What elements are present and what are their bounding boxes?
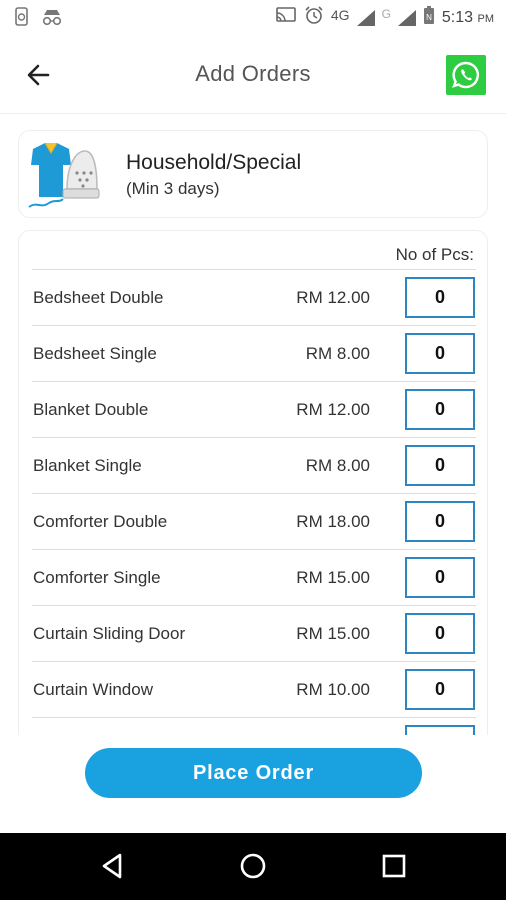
nav-home-icon [240,853,266,879]
item-row: Bedsheet Double RM 12.00 0 [32,269,476,325]
item-name: Bedsheet Single [33,344,157,363]
item-price: RM 12.00 [296,288,370,307]
alarm-icon [304,5,324,31]
item-name: Blanket Single [33,456,142,475]
item-row: Blanket Single RM 8.00 0 [32,437,476,493]
nav-recent-icon [382,854,406,878]
network-type-2: G [381,7,391,21]
whatsapp-button[interactable] [446,55,486,95]
item-price: RM 15.00 [296,568,370,587]
item-name: Bedsheet Double [33,288,164,307]
item-name: Blanket Double [33,400,149,419]
items-card[interactable]: No of Pcs: Bedsheet Double RM 12.00 0 Bedsh… [18,230,488,750]
item-row: Blanket Double RM 12.00 0 [32,381,476,437]
qty-input[interactable]: 0 [405,389,475,430]
qty-input[interactable]: 0 [405,669,475,710]
item-name: Comforter Double [33,512,168,531]
signal-icon [397,10,416,26]
item-row: Comforter Single RM 15.00 0 [32,549,476,605]
app-header: Add Orders [0,36,506,114]
page-title: Add Orders [195,61,311,86]
signal-icon [356,10,375,26]
items-list: Bedsheet Double RM 12.00 0 Bedsheet Single R… [32,269,476,749]
item-name: Curtain Sliding Door [33,624,186,643]
network-type: 4G [330,7,350,23]
item-price: RM 18.00 [296,512,370,531]
item-row: Curtain Window RM 10.00 0 [32,661,476,717]
category-title: Household/Special [126,151,302,174]
clock-ampm: PM [477,13,495,25]
shirt-iron-icon [27,137,103,213]
qty-input[interactable]: 0 [405,613,475,654]
qty-input[interactable]: 0 [405,277,475,318]
item-name: Curtain Window [33,680,153,699]
clock: 5:13 PM [442,9,494,27]
category-card: Household/Special (Min 3 days) [18,130,488,218]
item-price: RM 15.00 [296,624,370,643]
nav-home-button[interactable] [236,849,270,883]
nav-back-icon [102,853,122,879]
qty-input[interactable]: 0 [405,501,475,542]
nav-back-button[interactable] [96,849,130,883]
place-order-button[interactable]: Place Order [85,748,422,798]
qty-input[interactable]: 0 [405,557,475,598]
item-row: Bedsheet Single RM 8.00 0 [32,325,476,381]
system-nav-bar [0,833,506,900]
clock-time: 5:13 [441,9,474,26]
item-name: Comforter Single [33,568,161,587]
item-price: RM 10.00 [296,680,370,699]
item-row: Curtain Sliding Door RM 15.00 0 [32,605,476,661]
item-price: RM 8.00 [305,344,370,363]
nav-recent-button[interactable] [377,849,411,883]
whatsapp-icon [452,61,479,89]
qty-input[interactable]: 0 [405,445,475,486]
qty-column-header: No of Pcs: [395,245,474,264]
status-bar: 4G G N 5:13 PM [0,0,506,36]
item-price: RM 8.00 [305,456,370,475]
qty-input[interactable]: 0 [405,333,475,374]
category-subtitle: (Min 3 days) [126,179,220,198]
screenshot-icon [14,7,30,33]
incognito-icon [40,7,64,33]
item-row: Comforter Double RM 18.00 0 [32,493,476,549]
svg-text:N: N [426,13,432,22]
cast-icon [275,6,297,30]
battery-icon: N [423,5,435,31]
item-price: RM 12.00 [296,400,370,419]
